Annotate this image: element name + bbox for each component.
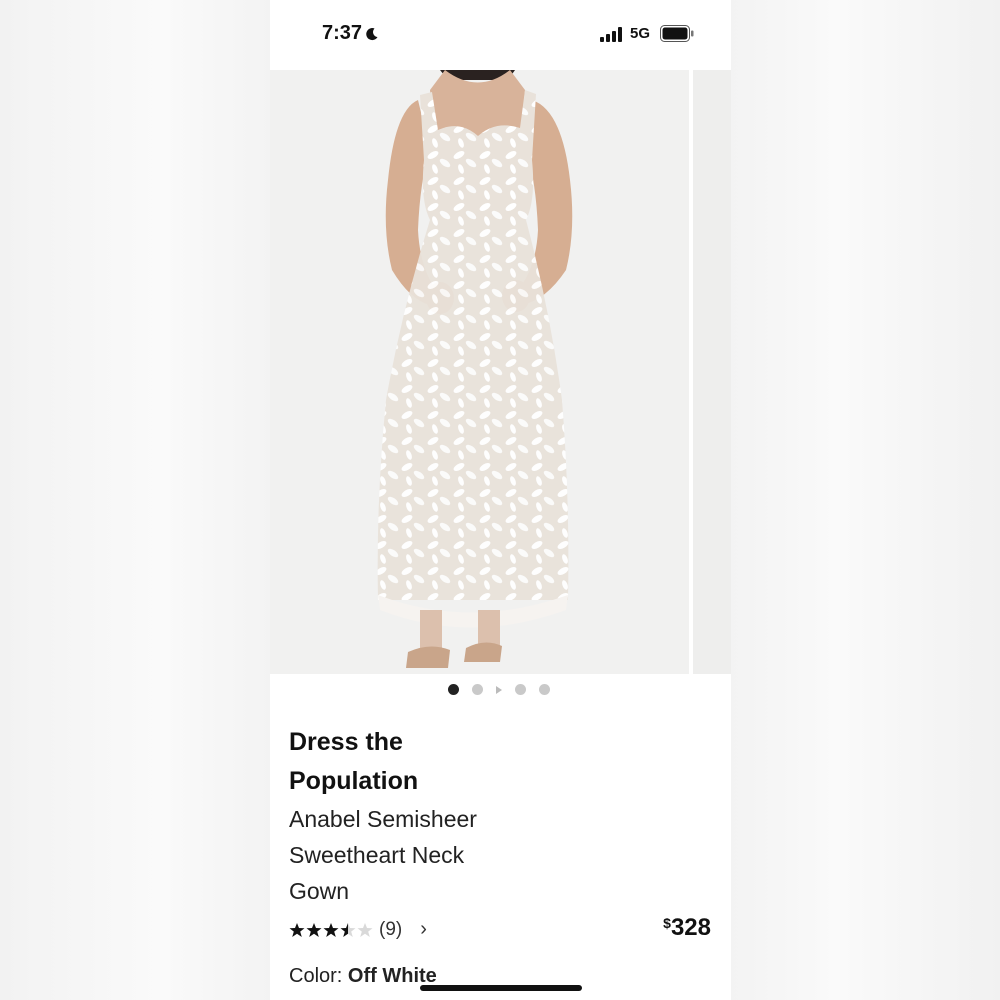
title-line-2: Sweetheart Neck xyxy=(289,842,465,868)
gallery-dot-5[interactable] xyxy=(539,684,550,695)
color-value: Off White xyxy=(347,965,437,987)
color-selection: Color: Off White xyxy=(289,965,437,988)
brand-line-1: Dress the xyxy=(289,728,403,756)
star-icon xyxy=(357,922,373,937)
signal-icon xyxy=(600,27,622,42)
star-icon xyxy=(340,922,356,937)
home-indicator[interactable] xyxy=(420,985,582,991)
product-brand[interactable]: Dress the Population xyxy=(289,723,489,801)
moon-icon xyxy=(366,27,378,40)
next-image-peek[interactable] xyxy=(693,70,731,674)
status-bar: 7:37 5G xyxy=(270,0,731,70)
title-line-1: Anabel Semisheer xyxy=(289,806,477,832)
backdrop-right xyxy=(730,0,1000,1000)
backdrop-left xyxy=(0,0,270,1000)
network-label: 5G xyxy=(630,25,651,42)
rating-summary[interactable]: (9) › xyxy=(289,918,427,941)
star-icon xyxy=(323,922,339,937)
status-time: 7:37 xyxy=(322,22,379,45)
brand-line-2: Population xyxy=(289,767,419,795)
phone-screen: 7:37 5G Dress the Population Anabel Semi… xyxy=(270,0,731,1000)
star-icon xyxy=(289,922,305,937)
color-label: Color: xyxy=(289,965,343,987)
gallery-dot-4[interactable] xyxy=(515,684,526,695)
product-image[interactable] xyxy=(270,70,689,674)
gallery-dot-1[interactable] xyxy=(448,684,459,695)
currency-symbol: $ xyxy=(663,915,671,931)
video-play-icon[interactable] xyxy=(496,685,502,694)
dress-photo-illustration xyxy=(377,70,573,668)
title-line-3: Gown xyxy=(289,878,350,904)
time-text: 7:37 xyxy=(322,22,363,44)
gallery-pagination xyxy=(448,684,550,695)
price-value: 328 xyxy=(670,914,711,941)
product-title: Anabel Semisheer Sweetheart Neck Gown xyxy=(289,801,519,909)
review-count: (9) xyxy=(379,918,403,940)
chevron-right-icon: › xyxy=(420,918,427,940)
gallery-dot-2[interactable] xyxy=(472,684,483,695)
product-price: $328 xyxy=(663,914,711,942)
star-icon xyxy=(306,922,322,937)
star-rating xyxy=(289,922,373,938)
battery-icon xyxy=(660,25,694,42)
